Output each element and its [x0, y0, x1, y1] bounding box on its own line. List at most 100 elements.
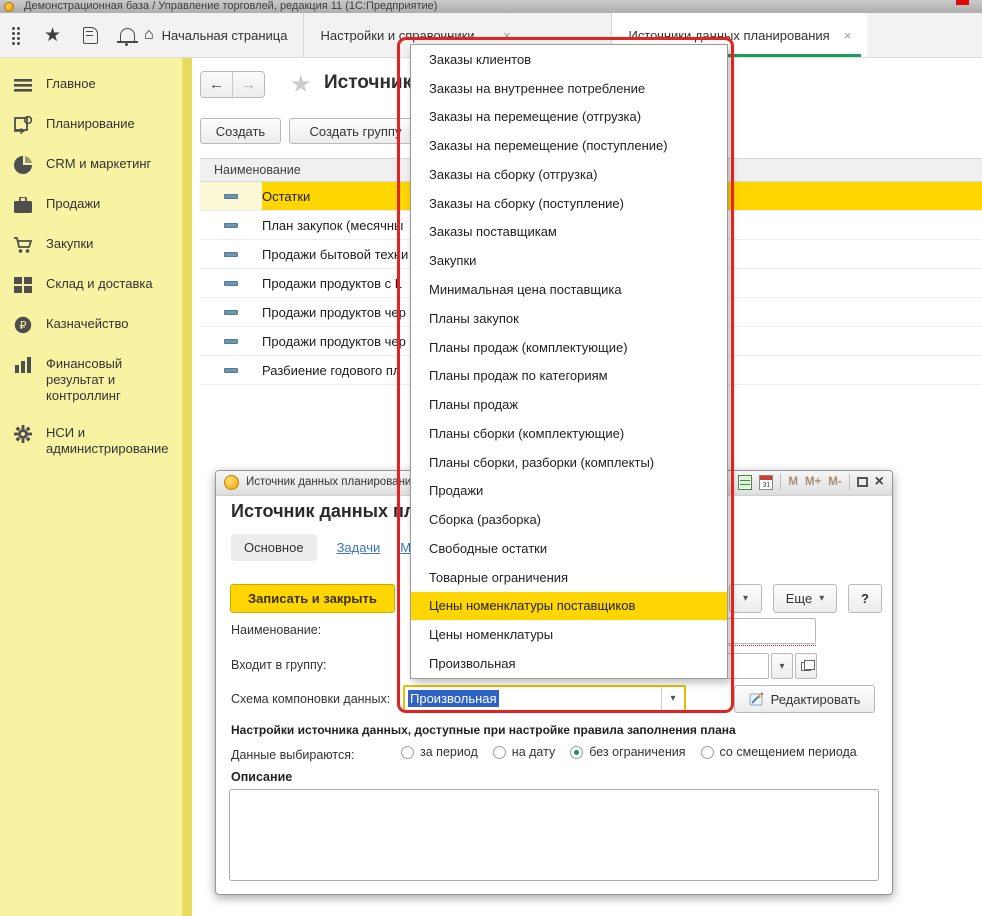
sidebar-item-label: Главное — [46, 75, 96, 92]
group-choose-button[interactable] — [795, 653, 817, 679]
dropdown-item[interactable]: Произвольная — [411, 649, 727, 678]
description-textarea[interactable] — [229, 789, 879, 881]
dropdown-item[interactable]: Заказы на перемещение (поступление) — [411, 131, 727, 160]
planning-icon — [13, 115, 33, 135]
dropdown-item[interactable]: Свободные остатки — [411, 534, 727, 563]
sidebar-splitter[interactable] — [182, 57, 192, 916]
list-item-dash-icon — [224, 368, 238, 373]
forward-button[interactable]: → — [233, 72, 264, 97]
dropdown-item[interactable]: Товарные ограничения — [411, 563, 727, 592]
period-radio-group: за период на дату без ограничения со сме… — [401, 745, 857, 759]
tab-settings-label: Настройки и справочники ... — [320, 28, 489, 43]
dropdown-item[interactable]: Заказы клиентов — [411, 45, 727, 74]
history-icon[interactable] — [83, 27, 98, 44]
dropdown-item[interactable]: Планы закупок — [411, 304, 727, 333]
tab-close-icon[interactable]: × — [844, 28, 852, 43]
schema-combobox-value: Произвольная — [408, 690, 499, 707]
dropdown-item[interactable]: Планы продаж по категориям — [411, 361, 727, 390]
chevron-down-icon: ▾ — [819, 593, 824, 604]
sidebar-item-label: Продажи — [46, 195, 100, 212]
app-menu-icon[interactable] — [12, 27, 22, 44]
dropdown-item[interactable]: Планы сборки (комплектующие) — [411, 419, 727, 448]
sidebar-item-label: CRM и маркетинг — [46, 155, 151, 172]
radio-circle-icon[interactable] — [493, 746, 506, 759]
sidebar-item-warehouse[interactable]: Склад и доставка — [0, 265, 182, 305]
sidebar-item-treasury[interactable]: ₽ Казначейство — [0, 305, 182, 345]
memory-m-minus-button[interactable]: M- — [828, 476, 841, 488]
split-dropdown-button[interactable]: ▾ — [729, 584, 762, 613]
create-button[interactable]: Создать — [200, 118, 281, 144]
window-close-button-fragment[interactable] — [956, 0, 969, 5]
sidebar-item-crm-marketing[interactable]: CRM и маркетинг — [0, 145, 182, 185]
dropdown-item[interactable]: Минимальная цена поставщика — [411, 275, 727, 304]
chevron-down-icon: ▾ — [743, 593, 748, 604]
edit-schema-button-label: Редактировать — [771, 692, 861, 707]
dropdown-item[interactable]: Продажи — [411, 476, 727, 505]
gear-icon — [13, 424, 33, 444]
back-button[interactable]: ← — [201, 72, 233, 97]
sidebar-item-sales[interactable]: Продажи — [0, 185, 182, 225]
memory-m-button[interactable]: M — [788, 476, 798, 488]
sidebar-item-label: Казначейство — [46, 315, 128, 332]
dropdown-item[interactable]: Планы продаж (комплектующие) — [411, 333, 727, 362]
dropdown-item[interactable]: Планы продаж — [411, 390, 727, 419]
sidebar-item-purchases[interactable]: Закупки — [0, 225, 182, 265]
group-dropdown-button[interactable]: ▾ — [771, 653, 793, 679]
tab-close-icon[interactable]: × — [503, 28, 511, 43]
app-1c-icon — [4, 2, 14, 12]
nav-history-group: ← → — [200, 71, 265, 98]
sidebar-item-financial-result[interactable]: Финансовый результат и контроллинг — [0, 345, 182, 414]
save-and-close-button[interactable]: Записать и закрыть — [230, 584, 395, 613]
divider — [780, 474, 781, 490]
radio-circle-icon[interactable] — [701, 746, 714, 759]
dialog-tab-tasks[interactable]: Задачи — [337, 540, 381, 555]
choose-from-list-icon — [801, 662, 811, 671]
maximize-icon[interactable] — [857, 477, 868, 487]
dropdown-item[interactable]: Заказы поставщикам — [411, 218, 727, 247]
description-label: Описание — [231, 770, 292, 784]
calendar-icon[interactable]: 31 — [759, 475, 773, 490]
radio-option[interactable]: на дату — [493, 745, 555, 759]
dialog-tab-main[interactable]: Основное — [231, 534, 317, 561]
sidebar-item-nsi-administration[interactable]: НСИ и администрирование — [0, 414, 182, 467]
dropdown-item[interactable]: Закупки — [411, 246, 727, 275]
sidebar-item-planning[interactable]: Планирование — [0, 105, 182, 145]
close-icon[interactable]: × — [875, 474, 884, 490]
row-icon-cell — [200, 211, 262, 239]
dropdown-item[interactable]: Цены номенклатуры — [411, 620, 727, 649]
dropdown-item[interactable]: Заказы на сборку (отгрузка) — [411, 160, 727, 189]
radio-circle-icon[interactable] — [401, 746, 414, 759]
list-item-dash-icon — [224, 339, 238, 344]
radio-option[interactable]: за период — [401, 745, 478, 759]
more-button[interactable]: Еще ▾ — [773, 584, 837, 613]
dropdown-item[interactable]: Сборка (разборка) — [411, 505, 727, 534]
dropdown-item[interactable]: Заказы на сборку (поступление) — [411, 189, 727, 218]
memory-m-plus-button[interactable]: M+ — [805, 476, 821, 488]
spreadsheet-icon[interactable] — [738, 475, 752, 490]
list-item-dash-icon — [224, 310, 238, 315]
radio-option[interactable]: со смещением периода — [701, 745, 857, 759]
help-button[interactable]: ? — [848, 584, 882, 613]
row-icon-cell — [200, 240, 262, 268]
schema-combobox[interactable]: Произвольная ▾ — [403, 685, 686, 712]
add-to-favorites-star-icon[interactable]: ★ — [290, 70, 312, 99]
create-group-button[interactable]: Создать группу — [289, 118, 422, 144]
list-item-dash-icon — [224, 194, 238, 199]
dialog-1c-icon — [224, 475, 239, 490]
dropdown-item[interactable]: Планы сборки, разборки (комплекты) — [411, 448, 727, 477]
dropdown-item[interactable]: Цены номенклатуры поставщиков — [411, 592, 727, 621]
favorites-icon[interactable]: ★ — [44, 26, 61, 45]
tab-home[interactable]: ⌂ Начальная страница — [128, 13, 303, 57]
tab-planning-label: Источники данных планирования — [628, 28, 829, 43]
sidebar-item-label: НСИ и администрирование — [46, 424, 176, 457]
dropdown-item[interactable]: Заказы на перемещение (отгрузка) — [411, 103, 727, 132]
list-item-dash-icon — [224, 281, 238, 286]
dropdown-item[interactable]: Заказы на внутреннее потребление — [411, 74, 727, 103]
combobox-arrow-button[interactable]: ▾ — [661, 687, 684, 710]
radio-circle-icon[interactable] — [570, 746, 583, 759]
sidebar-item-main[interactable]: Главное — [0, 65, 182, 105]
edit-schema-button[interactable]: Редактировать — [734, 685, 875, 713]
radio-option[interactable]: без ограничения — [570, 745, 685, 759]
pie-chart-icon — [13, 155, 33, 175]
ruble-circle-icon: ₽ — [13, 315, 33, 335]
